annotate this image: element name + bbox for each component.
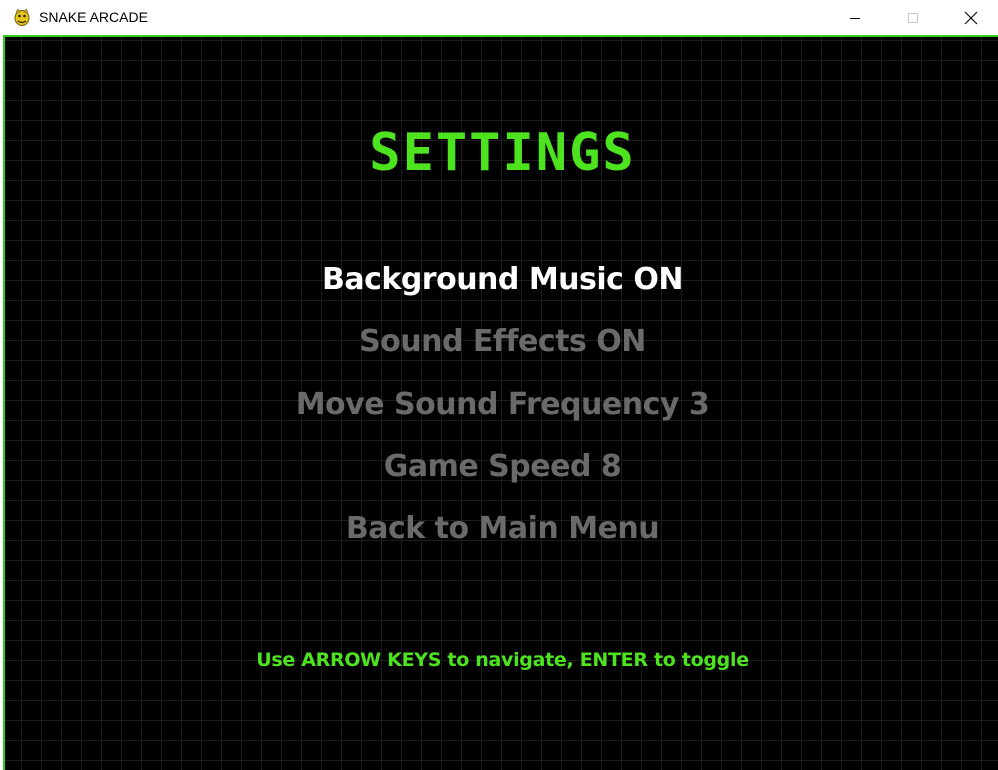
title-bar[interactable]: SNAKE ARCADE — [0, 0, 998, 35]
settings-title: SETTINGS — [369, 123, 636, 183]
controls-hint: Use ARROW KEYS to navigate, ENTER to tog… — [256, 649, 749, 671]
menu-item-background-music[interactable]: Background Music ON — [5, 262, 998, 297]
snake-app-icon — [12, 7, 32, 27]
menu-item-move-sound-frequency[interactable]: Move Sound Frequency 3 — [5, 387, 998, 422]
close-button[interactable] — [948, 0, 994, 35]
maximize-button[interactable] — [890, 0, 936, 35]
minimize-icon — [850, 17, 860, 19]
menu-item-back-to-main-menu[interactable]: Back to Main Menu — [5, 511, 998, 546]
menu-item-game-speed[interactable]: Game Speed 8 — [5, 449, 998, 484]
maximize-icon — [908, 12, 918, 23]
menu-item-sound-effects[interactable]: Sound Effects ON — [5, 324, 998, 359]
game-window: SNAKE ARCADE SETTINGS Background Music O… — [0, 0, 998, 770]
game-canvas[interactable]: SETTINGS Background Music ON Sound Effec… — [3, 35, 998, 770]
window-title: SNAKE ARCADE — [39, 9, 148, 25]
minimize-button[interactable] — [832, 0, 878, 35]
close-icon — [964, 11, 978, 24]
